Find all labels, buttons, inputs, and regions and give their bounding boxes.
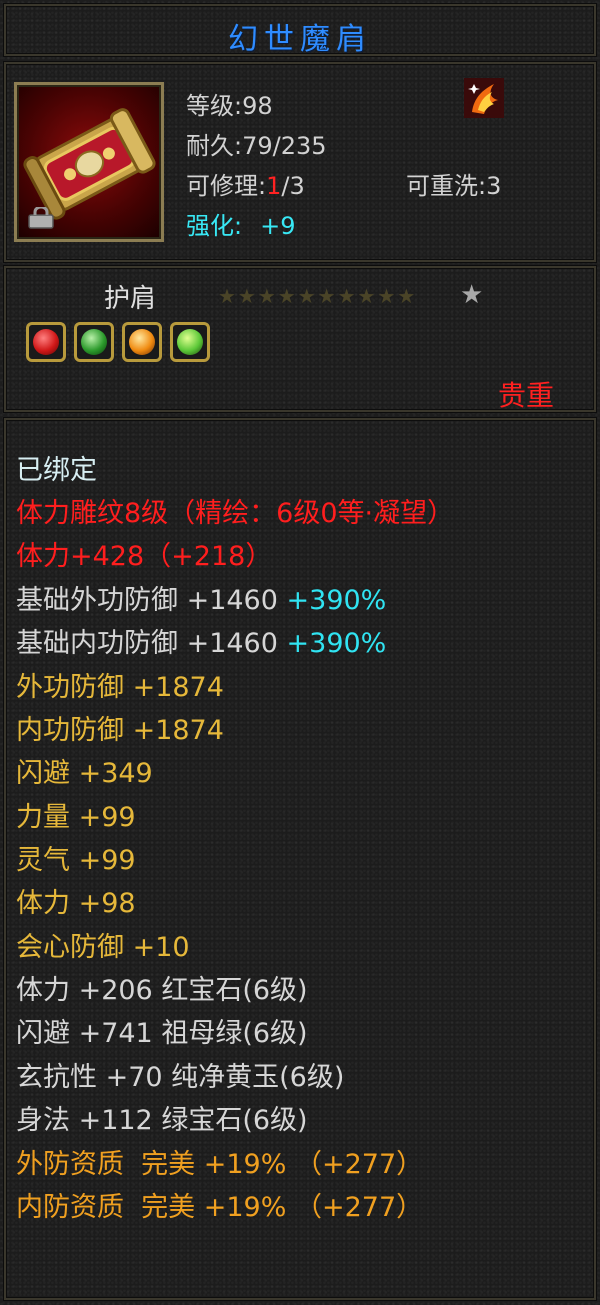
dim-star-rating: ★★★★★★★★★★ bbox=[218, 284, 418, 308]
level-stat: 等级:98 bbox=[186, 86, 273, 121]
orange-gem-icon[interactable] bbox=[122, 322, 162, 362]
enhance-label: 强化: bbox=[186, 212, 243, 240]
level-value: 98 bbox=[242, 92, 273, 120]
stamina-bonus-line: 体力+428（+218） bbox=[16, 541, 273, 572]
lock-icon bbox=[28, 207, 54, 229]
level-label: 等级: bbox=[186, 92, 243, 120]
attr-row: 内功防御 +1874 bbox=[16, 715, 224, 746]
durability-label: 耐久: bbox=[186, 132, 243, 160]
attributes-panel: 已绑定 体力雕纹8级（精绘：6级0等·凝望） 体力+428（+218） 基础外功… bbox=[4, 418, 596, 1300]
attr-row-extra: +390% bbox=[286, 585, 387, 616]
red-gem-icon[interactable] bbox=[26, 322, 66, 362]
attr-row: 体力 +98 bbox=[16, 888, 136, 919]
attr-row: 基础内功防御 +1460 +390% bbox=[16, 621, 386, 660]
rewash-stat: 可重洗:3 bbox=[406, 166, 501, 201]
repair-label: 可修理: bbox=[186, 172, 267, 200]
attr-row: 会心防御 +10 bbox=[16, 932, 190, 963]
attr-row: 基础外功防御 +1460 +390% bbox=[16, 578, 386, 617]
attr-row: 灵气 +99 bbox=[16, 845, 136, 876]
attr-row: 力量 +99 bbox=[16, 802, 136, 833]
item-type: 护肩 bbox=[104, 284, 157, 314]
repair-used: 1 bbox=[266, 172, 282, 200]
attr-row: 闪避 +349 bbox=[16, 758, 153, 789]
repair-total: /3 bbox=[281, 172, 305, 200]
green-gem-icon[interactable] bbox=[74, 322, 114, 362]
gem-stat-row: 身法 +112 绿宝石(6级) bbox=[16, 1105, 308, 1136]
item-name: 幻世魔肩 bbox=[228, 22, 372, 57]
attr-row-label: 基础外功防御 +1460 bbox=[16, 585, 278, 616]
rewash-value: 3 bbox=[486, 172, 502, 200]
golden-shoulder-armor-icon bbox=[14, 82, 164, 242]
enhance-value: +9 bbox=[260, 212, 296, 240]
rarity-label: 贵重 bbox=[497, 379, 554, 412]
engrave-line: 体力雕纹8级（精绘：6级0等·凝望） bbox=[16, 498, 455, 529]
attr-row-label: 基础内功防御 +1460 bbox=[16, 628, 278, 659]
repair-stat: 可修理:1/3 bbox=[186, 166, 305, 201]
item-type-panel: 护肩 ★★★★★★★★★★ ★ 贵重 bbox=[4, 266, 596, 412]
bound-status: 已绑定 bbox=[16, 455, 97, 486]
rewash-label: 可重洗: bbox=[406, 172, 487, 200]
durability-stat: 耐久:79/235 bbox=[186, 126, 327, 161]
gem-stat-row: 闪避 +741 祖母绿(6级) bbox=[16, 1018, 308, 1049]
enhance-stat: 强化: +9 bbox=[186, 206, 295, 241]
quality-row: 内防资质 完美 +19% （+277） bbox=[16, 1192, 424, 1223]
item-header-panel: 等级:98 耐久:79/235 可修理:1/3 可重洗:3 强化: +9 bbox=[4, 62, 596, 262]
lit-star-icon: ★ bbox=[460, 280, 484, 310]
attr-row: 外功防御 +1874 bbox=[16, 672, 224, 703]
attr-row-extra: +390% bbox=[286, 628, 387, 659]
title-panel: 幻世魔肩 bbox=[4, 4, 596, 57]
durability-value: 79/235 bbox=[242, 132, 327, 160]
light-green-gem-icon[interactable] bbox=[170, 322, 210, 362]
gem-stat-row: 体力 +206 红宝石(6级) bbox=[16, 975, 308, 1006]
item-tooltip: 幻世魔肩 等级:98 耐久:79/235 可修理:1/3 可重洗:3 强化: +… bbox=[0, 0, 600, 1305]
gem-stat-row: 玄抗性 +70 纯净黄玉(6级) bbox=[16, 1062, 345, 1093]
fire-phoenix-badge-icon bbox=[464, 78, 504, 118]
quality-row: 外防资质 完美 +19% （+277） bbox=[16, 1149, 424, 1180]
